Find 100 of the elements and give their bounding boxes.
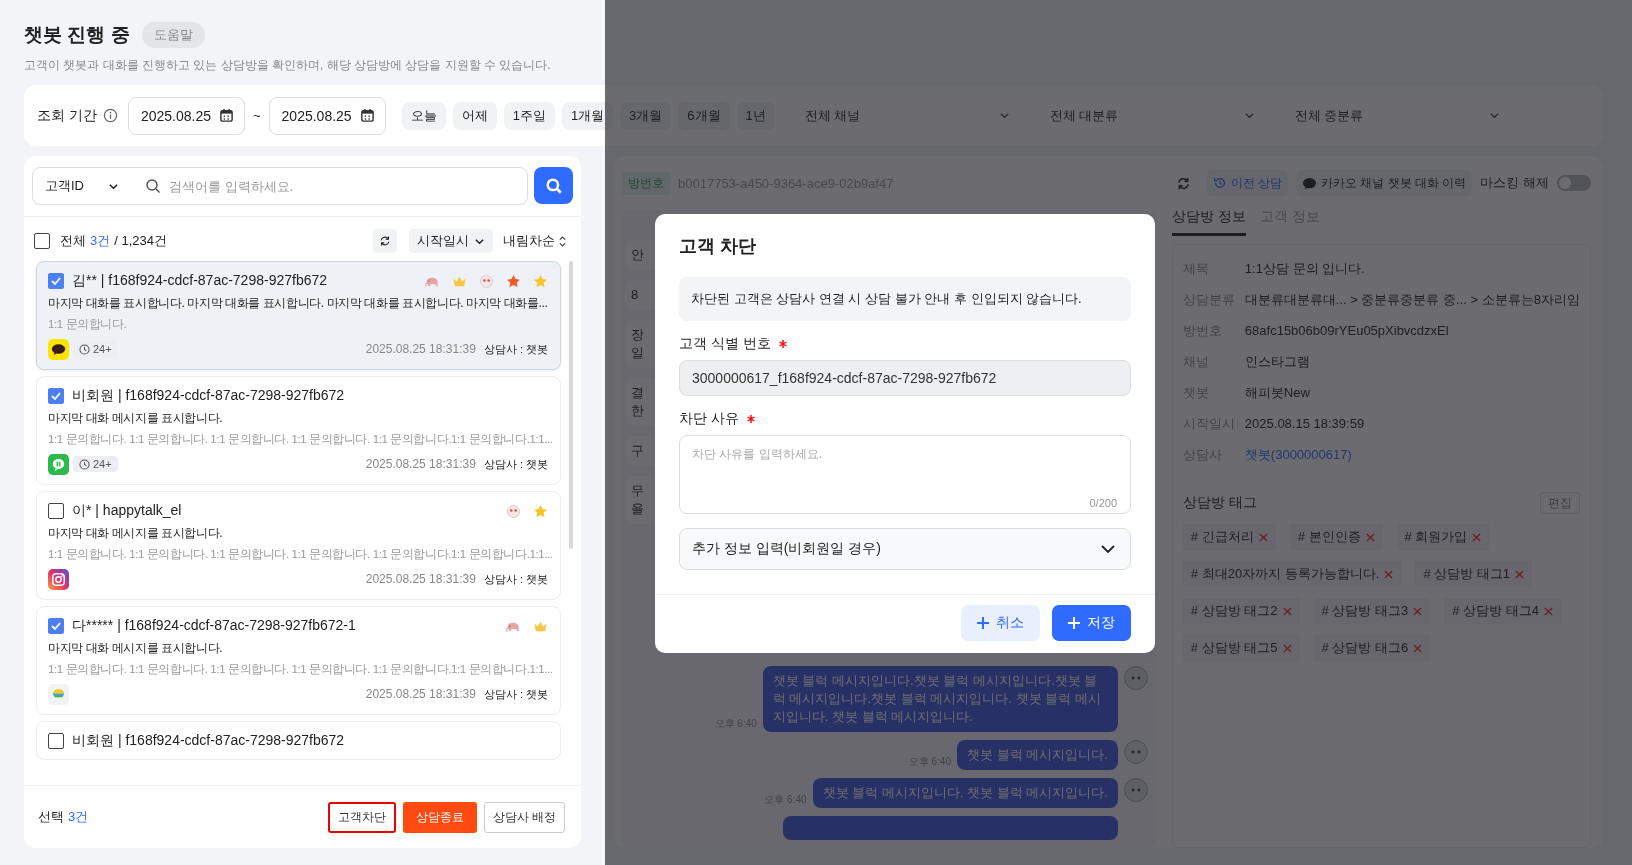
select-all-checkbox[interactable] [34,233,50,249]
search-button[interactable] [534,167,573,204]
card-text: 8 [631,286,639,304]
extra-info-accordion[interactable]: 추가 정보 입력(비회원일 경우) [679,528,1131,570]
start-time: 2025.08.25 18:31:39 [365,687,476,701]
sort-icon [558,234,567,248]
remove-icon[interactable] [1282,606,1292,616]
search-icon [544,176,563,195]
checkbox[interactable] [48,503,64,519]
order-toggle[interactable]: 내림차순 [503,232,567,250]
conversation-card[interactable]: 이* | happytalk_el 마지막 대화 메시지를 표시합니다. 1:1 문의합니다. 1:1 문의합니다. 1:1 문의합니다. 1:1 문의합니다. 1:1 문의합니다.1:1 문의합니다.1:1... 2025.08.25 18:31:39 상담사 : 챗봇 [36,491,561,600]
cancel-button[interactable]: 취소 [961,605,1040,641]
chevron-down-icon [998,110,1010,121]
last-message: 마지막 대화 메시지를 표시합니다. [48,410,224,427]
info-value: 인스타그램 [1244,352,1310,371]
info-value: 68afc15b06b09rYEu05pXibvcdzxEl [1244,323,1449,338]
range-button[interactable]: 어제 [452,101,497,130]
checkbox[interactable] [48,388,64,404]
tags-title: 상담방 태그 [1182,494,1257,512]
plus-icon [977,617,989,629]
tag-label: # 상담방 태그6 [1321,639,1409,657]
action-button[interactable]: 고객차단 [327,801,396,833]
field-label: 차단 사유 [679,410,739,428]
info-value: 1:1상담 문의 입니다. [1244,259,1365,278]
action-button[interactable]: 상담사 배정 [483,801,565,833]
wait-time: 24+ [93,343,112,355]
start-time: 2025.08.25 18:31:39 [365,457,476,471]
start-time: 2025.08.25 18:31:39 [365,572,476,586]
search-type-select[interactable]: 고객ID [33,177,131,195]
card-text: 구 [631,442,644,460]
info-icon[interactable] [102,108,118,123]
calendar-icon [359,108,375,123]
dialog-title: 고객 차단 [679,235,757,258]
calendar-icon [218,108,234,123]
avatar-icon [1123,740,1148,764]
conversation-card[interactable]: 비회원 | f168f924-cdcf-87ac-7298-927fb672 마지막 대화 메시지를 표시합니다. 1:1 문의합니다. 1:1 문의합니다. 1:1 문의합니다. 1:1 문의합니다. 1:1 문의합니다.1:1 문의합니다.1:1... 24+ 2025.08.25 18:31:39 상담사 : 챗봇 [36,376,561,485]
chevron-down-icon [1488,110,1500,121]
total-count: / 1,234건 [114,232,167,250]
card-text: 결 [631,384,644,402]
start-time: 2025.08.25 18:31:39 [365,342,476,356]
conversation-card[interactable]: 김** | f168f924-cdcf-87ac-7298-927fb672 마지막 대화를 표시합니다. 마지막 대화를 표시합니다. 마지막 대화를 표시합니다. 마지막 대화를... 1:1 문의합니다. 24+ 2025.08.25 18:31:39 상담사 : 챗봇 [36,261,561,370]
customer-id-field[interactable]: 3000000617_f168f924-cdcf-87ac-7298-927fb672 [679,360,1131,396]
masking-label: 마스킹 해제 [1480,174,1549,192]
refresh-button[interactable] [373,229,397,253]
search-field[interactable]: 고객ID 검색어를 입력하세요. [32,167,528,205]
selected-label: 선택 [38,808,64,826]
page-title: 챗봇 진행 중 [24,23,130,47]
date-separator: ~ [252,108,261,123]
remove-icon[interactable] [1282,643,1292,653]
scrollbar-thumb[interactable] [569,261,573,549]
agent-name: 상담사 : 챗봇 [483,341,548,357]
remove-icon[interactable] [1365,532,1375,542]
range-button[interactable]: 오늘 [401,101,446,130]
chevron-down-icon [1243,110,1255,121]
range-button[interactable]: 1개월 [561,101,614,130]
customer-name: 이* | happytalk_el [72,502,182,520]
remove-icon[interactable] [1258,532,1268,542]
start-date-field[interactable]: 2025.08.25 [127,96,245,135]
masking-toggle[interactable] [1557,175,1591,191]
camera-icon [48,568,69,590]
remove-icon[interactable] [1472,532,1482,542]
info-value: 2025.08.15 18:39:59 [1244,416,1365,431]
customer-name: 비회원 | f168f924-cdcf-87ac-7298-927fb672 [72,732,345,750]
end-date-field[interactable]: 2025.08.25 [268,96,386,135]
customer-name: 김** | f168f924-cdcf-87ac-7298-927fb672 [72,272,328,290]
field-label: 고객 식별 번호 [679,335,771,353]
plus-icon [1068,617,1080,629]
message-preview: 1:1 문의합니다. [48,317,128,332]
tag-label: # 긴급처리 [1190,528,1254,546]
notice-text: 차단된 고객은 상담사 연결 시 상담 불가 안내 후 인입되지 않습니다. [679,277,1131,321]
conversation-card[interactable]: 다***** | f168f924-cdcf-87ac-7298-927fb672-1 마지막 대화 메시지를 표시합니다. 1:1 문의합니다. 1:1 문의합니다. 1:1 문의합니다. 1:1 문의합니다. 1:1 문의합니다.1:1 문의합니다.1:1... 2025.08.25 18:31:39 상담사 : 챗봇 [36,606,561,715]
tag-label: # 상담방 태그2 [1190,602,1278,620]
card-text: 장 [631,326,644,344]
checkbox[interactable] [48,618,64,634]
info-value: 대분류대분류대... > 중분류중분류 중... > 소분류는8자리임 [1244,290,1580,309]
remove-icon[interactable] [1413,606,1423,616]
tag-label: # 상담방 태그5 [1190,639,1278,657]
refresh-icon[interactable] [1175,175,1191,191]
avatar-icon [1123,778,1148,802]
save-button[interactable]: 저장 [1052,605,1131,641]
sort-select[interactable]: 시작일시 [409,229,493,253]
remove-icon[interactable] [1413,643,1423,653]
remove-icon[interactable] [1543,606,1553,616]
tag-label: # 본인인증 [1297,528,1361,546]
customer-name: 다***** | f168f924-cdcf-87ac-7298-927fb672-1 [72,617,356,635]
tag-label: # 상담방 태그4 [1452,602,1539,620]
card-text: 안 [631,246,644,264]
period-label: 조회 기간 [37,106,97,125]
checkbox[interactable] [48,733,64,749]
remove-icon[interactable] [1515,569,1525,579]
checkbox[interactable] [48,273,64,289]
tag-label: # 상담방 태그3 [1321,602,1409,620]
tag-label: # 상담방 태그1 [1423,565,1511,583]
range-button[interactable]: 1주일 [503,101,555,130]
card-text: 일 [631,344,644,362]
remove-icon[interactable] [1384,569,1394,579]
agent-name: 상담사 : 챗봇 [483,686,548,702]
conversation-card[interactable]: 비회원 | f168f924-cdcf-87ac-7298-927fb672 [36,721,561,760]
tag-label: # 회원가입 [1404,528,1468,546]
page-description: 고객이 챗봇과 대화를 진행하고 있는 상담방을 확인하며, 해당 상담방에 상담을 지원할 수 있습니다. [24,57,552,74]
